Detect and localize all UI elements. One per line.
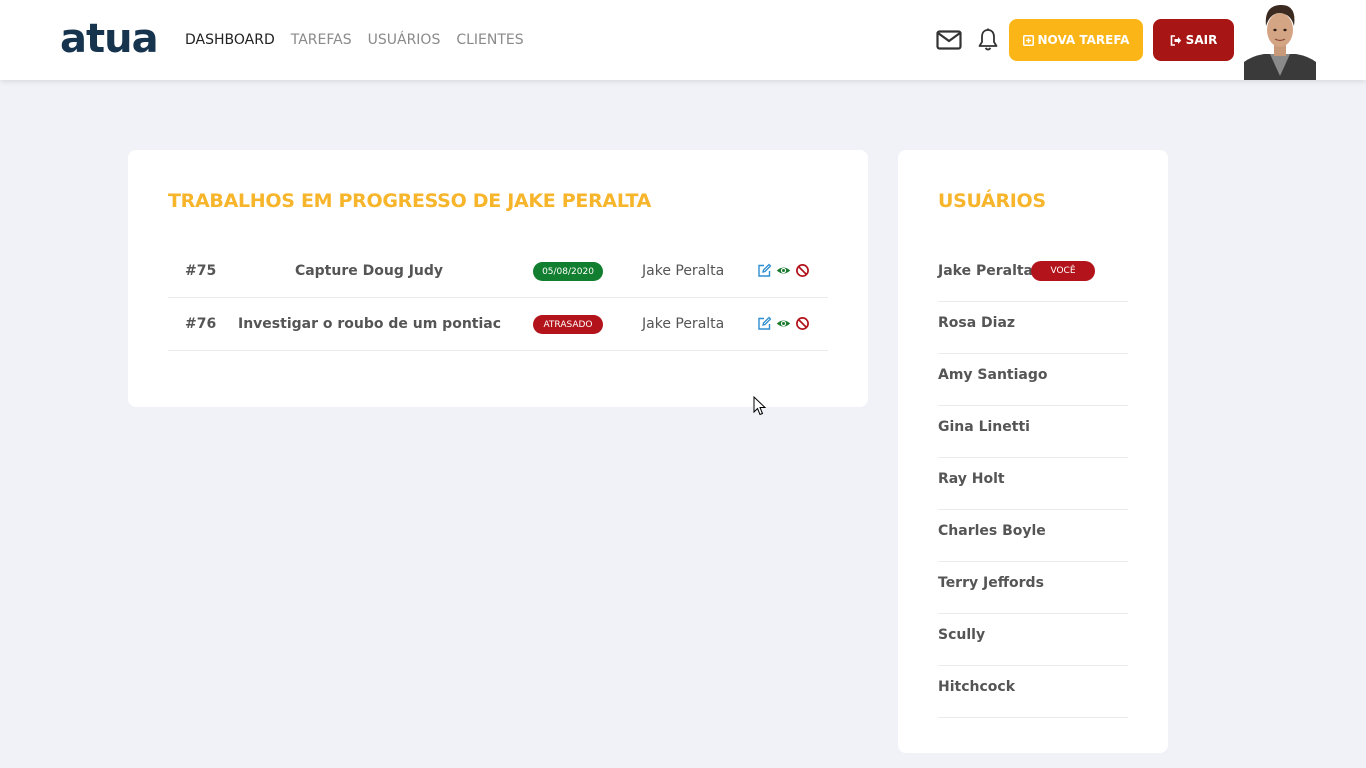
task-title[interactable]: Capture Doug Judy [238, 245, 500, 298]
nav-tarefas[interactable]: TAREFAS [291, 31, 352, 49]
nav-usuarios[interactable]: USUÁRIOS [368, 31, 441, 49]
exit-button[interactable]: SAIR [1153, 19, 1234, 61]
user-list-item[interactable]: Charles Boyle [938, 510, 1128, 562]
user-list-item[interactable]: Rosa Diaz [938, 302, 1128, 354]
task-id: #75 [185, 263, 217, 279]
view-icon[interactable] [776, 263, 791, 278]
tasks-in-progress-card: TRABALHOS EM PROGRESSO DE JAKE PERALTA #… [128, 150, 868, 407]
user-list-item[interactable]: Ray Holt [938, 458, 1128, 510]
users-panel-title: USUÁRIOS [938, 190, 1046, 212]
nav-clientes[interactable]: CLIENTES [456, 31, 523, 49]
user-name[interactable]: Jake Peralta [938, 250, 1033, 292]
user-list-item[interactable]: Jake Peralta VOCÊ [938, 250, 1128, 302]
user-name[interactable]: Ray Holt [938, 458, 1005, 500]
task-row[interactable]: #76 Investigar o roubo de um pontiac ATR… [168, 298, 828, 351]
cancel-icon[interactable] [795, 316, 810, 331]
top-navbar: atua DASHBOARD TAREFAS USUÁRIOS CLIENTES… [0, 0, 1366, 80]
task-title[interactable]: Investigar o roubo de um pontiac [238, 298, 501, 351]
you-badge: VOCÊ [1031, 261, 1095, 281]
user-name[interactable]: Gina Linetti [938, 406, 1030, 448]
task-assignee: Jake Peralta [642, 263, 725, 279]
task-id: #76 [185, 316, 217, 332]
exit-label: SAIR [1185, 33, 1218, 47]
status-badge: 05/08/2020 [533, 262, 603, 281]
edit-icon[interactable] [757, 316, 772, 331]
status-badge: ATRASADO [533, 315, 603, 334]
envelope-icon[interactable] [934, 25, 964, 55]
user-list-item[interactable]: Scully [938, 614, 1128, 666]
new-task-label: NOVA TAREFA [1037, 33, 1130, 47]
user-name[interactable]: Rosa Diaz [938, 302, 1015, 344]
task-assignee: Jake Peralta [642, 316, 725, 332]
users-card: USUÁRIOS Jake Peralta VOCÊ Rosa Diaz Amy… [898, 150, 1168, 753]
user-list-item[interactable]: Hitchcock [938, 666, 1128, 718]
user-name[interactable]: Scully [938, 614, 985, 656]
edit-icon[interactable] [757, 263, 772, 278]
tasks-panel-title: TRABALHOS EM PROGRESSO DE JAKE PERALTA [168, 190, 652, 212]
task-actions [757, 263, 810, 278]
user-name[interactable]: Hitchcock [938, 666, 1015, 708]
user-name[interactable]: Terry Jeffords [938, 562, 1044, 604]
nav-dashboard[interactable]: DASHBOARD [185, 31, 275, 49]
user-list-item[interactable]: Gina Linetti [938, 406, 1128, 458]
bell-icon[interactable] [973, 25, 1003, 55]
user-avatar[interactable] [1244, 0, 1316, 80]
cancel-icon[interactable] [795, 263, 810, 278]
main-nav: DASHBOARD TAREFAS USUÁRIOS CLIENTES [185, 31, 524, 49]
sign-out-icon [1170, 34, 1181, 46]
user-name[interactable]: Charles Boyle [938, 510, 1046, 552]
user-list-item[interactable]: Terry Jeffords [938, 562, 1128, 614]
task-row[interactable]: #75 Capture Doug Judy 05/08/2020 Jake Pe… [168, 245, 828, 298]
user-name[interactable]: Amy Santiago [938, 354, 1048, 396]
new-task-button[interactable]: NOVA TAREFA [1009, 19, 1143, 61]
task-actions [757, 316, 810, 331]
plus-square-icon [1022, 34, 1034, 46]
mouse-cursor-icon [753, 396, 767, 416]
logo[interactable]: atua [60, 14, 159, 64]
view-icon[interactable] [776, 316, 791, 331]
user-list-item[interactable]: Amy Santiago [938, 354, 1128, 406]
